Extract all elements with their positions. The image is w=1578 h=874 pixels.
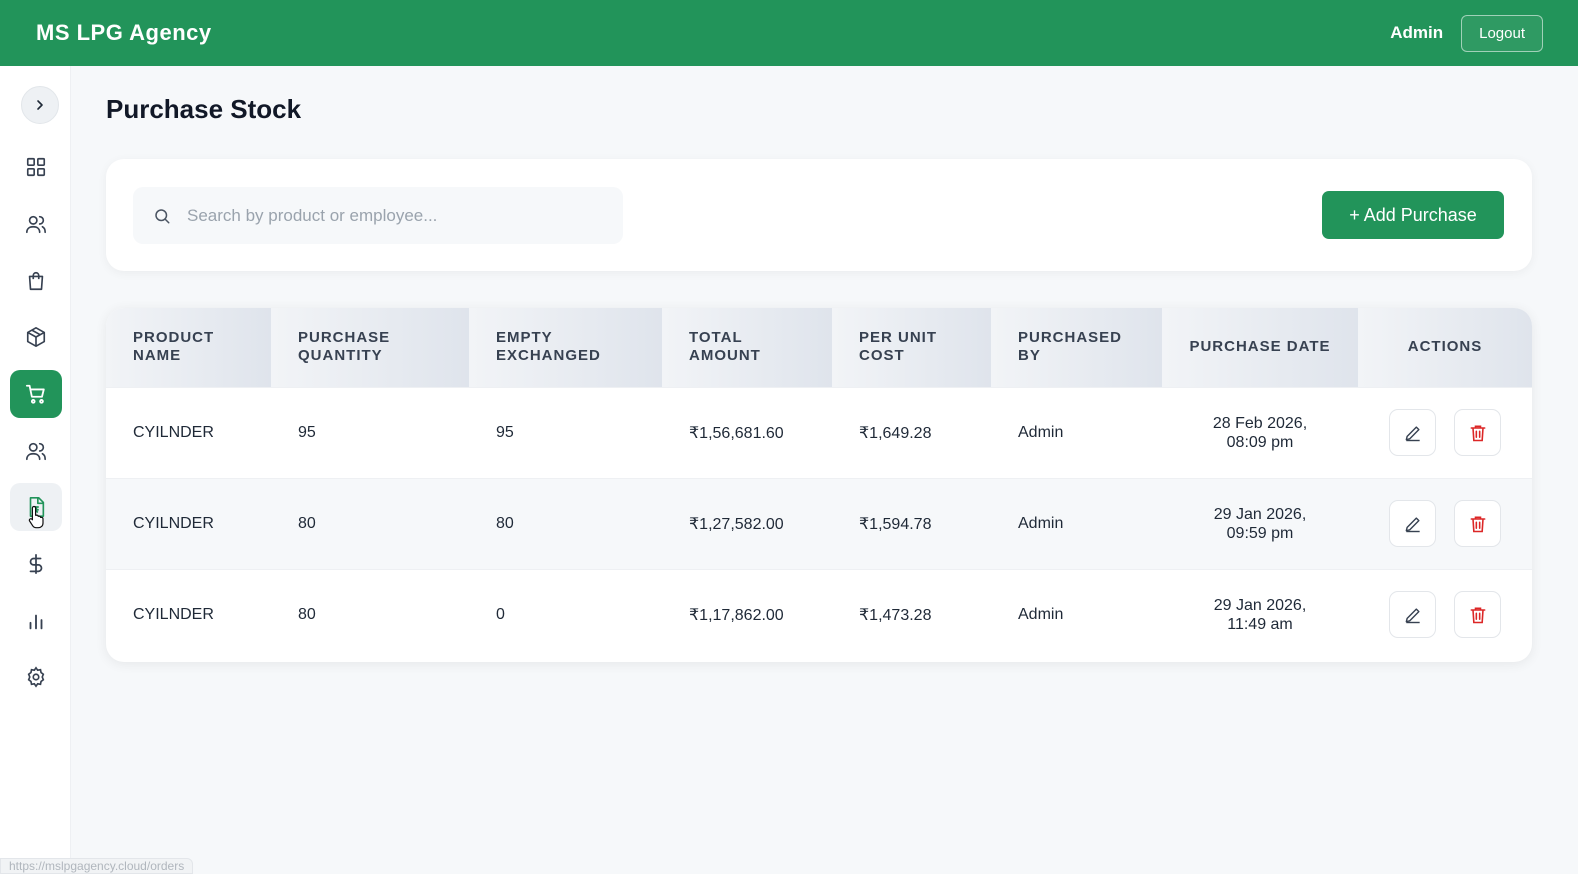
cell-actions — [1358, 477, 1532, 569]
time-text: 11:49 am — [1227, 615, 1293, 633]
sidebar-toggle-button[interactable] — [21, 86, 59, 124]
cell-unit-cost: ₹1,473.28 — [832, 568, 991, 660]
cell-empty-exchanged: 0 — [469, 568, 662, 660]
search-icon — [155, 208, 170, 223]
bar-chart-icon — [29, 614, 43, 630]
date-text: 29 Jan 2026, — [1213, 505, 1307, 523]
cell-purchase-date: 28 Feb 2026, 08:09 pm — [1162, 386, 1358, 478]
trash-icon — [1470, 425, 1485, 441]
cell-quantity: 80 — [271, 568, 469, 660]
cell-actions — [1358, 568, 1532, 660]
cell-total-amount: ₹1,17,862.00 — [662, 568, 832, 660]
pencil-icon — [1405, 425, 1420, 441]
cell-empty-exchanged: 80 — [469, 477, 662, 569]
date-text: 29 Jan 2026, — [1213, 596, 1307, 614]
cell-purchase-date: 29 Jan 2026, 09:59 pm — [1162, 477, 1358, 569]
cell-total-amount: ₹1,27,582.00 — [662, 477, 832, 569]
box-icon — [26, 327, 46, 347]
sidebar-item-products[interactable] — [10, 313, 62, 361]
users-icon — [26, 442, 46, 461]
sidebar-item-customers[interactable] — [10, 200, 62, 248]
sidebar-item-purchase[interactable] — [10, 370, 62, 418]
grid-icon — [26, 157, 46, 177]
gear-icon — [27, 666, 45, 688]
cell-purchase-date: 29 Jan 2026, 11:49 am — [1162, 568, 1358, 660]
pencil-icon — [1405, 516, 1420, 532]
logout-button[interactable]: Logout — [1461, 14, 1543, 52]
cell-product: CYILNDER — [106, 477, 271, 569]
add-purchase-button[interactable]: + Add Purchase — [1322, 191, 1504, 239]
sidebar-item-orders[interactable] — [10, 257, 62, 305]
cell-purchased-by: Admin — [991, 477, 1162, 569]
cell-product: CYILNDER — [106, 386, 271, 478]
user-name: Admin — [1390, 23, 1444, 42]
table-row: CYILNDER 80 80 ₹1,27,582.00 ₹1,594.78 Ad… — [106, 477, 1532, 569]
sidebar-item-payments[interactable] — [10, 540, 62, 588]
dollar-icon — [29, 553, 43, 575]
column-header-purchased-by[interactable]: PURCHASED BY — [991, 308, 1162, 387]
date-text: 28 Feb 2026, — [1212, 414, 1308, 432]
chevron-right-icon — [37, 100, 43, 110]
cell-unit-cost: ₹1,649.28 — [832, 386, 991, 478]
user-area: Admin Logout — [1390, 14, 1543, 52]
delete-button[interactable] — [1454, 591, 1501, 639]
sidebar-item-reports[interactable] — [10, 597, 62, 645]
column-header-purchase-date[interactable]: PURCHASE DATE — [1162, 308, 1358, 387]
cell-product: CYILNDER — [106, 568, 271, 660]
sidebar — [0, 66, 71, 874]
table-row: CYILNDER 80 0 ₹1,17,862.00 ₹1,473.28 Adm… — [106, 568, 1532, 660]
edit-button[interactable] — [1389, 500, 1436, 547]
column-header-purchase-quantity[interactable]: PURCHASE QUANTITY — [271, 308, 469, 387]
trash-icon — [1470, 607, 1485, 624]
search-input[interactable] — [187, 205, 607, 226]
delete-button[interactable] — [1454, 500, 1501, 547]
hand-cursor-icon — [28, 505, 44, 529]
column-header-per-unit-cost[interactable]: PER UNIT COST — [832, 308, 991, 387]
cell-unit-cost: ₹1,594.78 — [832, 477, 991, 569]
column-header-product-name[interactable]: PRODUCT NAME — [106, 308, 271, 387]
edit-button[interactable] — [1389, 591, 1436, 639]
column-header-empty-exchanged[interactable]: EMPTY EXCHANGED — [469, 308, 662, 387]
cell-quantity: 95 — [271, 386, 469, 478]
sidebar-item-employees[interactable] — [10, 427, 62, 475]
shopping-bag-icon — [28, 271, 44, 291]
delete-button[interactable] — [1454, 409, 1501, 456]
sidebar-item-dashboard[interactable] — [10, 143, 62, 191]
cart-icon — [25, 384, 45, 404]
app-brand: MS LPG Agency — [36, 20, 212, 45]
top-navbar: MS LPG Agency Admin Logout — [0, 0, 1578, 66]
table-row: CYILNDER 95 95 ₹1,56,681.60 ₹1,649.28 Ad… — [106, 386, 1532, 478]
cell-empty-exchanged: 95 — [469, 386, 662, 478]
purchase-table: PRODUCT NAME PURCHASE QUANTITY EMPTY EXC… — [106, 308, 1532, 660]
pencil-icon — [1405, 608, 1420, 623]
cell-quantity: 80 — [271, 477, 469, 569]
page-title: Purchase Stock — [106, 94, 302, 124]
cell-purchased-by: Admin — [991, 386, 1162, 478]
column-header-actions: ACTIONS — [1358, 308, 1532, 387]
sidebar-item-settings[interactable] — [10, 653, 62, 701]
search-box — [133, 187, 623, 244]
cell-total-amount: ₹1,56,681.60 — [662, 386, 832, 478]
users-icon — [26, 215, 46, 234]
cell-actions — [1358, 386, 1532, 478]
time-text: 09:59 pm — [1226, 524, 1294, 542]
edit-button[interactable] — [1389, 409, 1436, 456]
purchase-table-card: PRODUCT NAME PURCHASE QUANTITY EMPTY EXC… — [106, 308, 1532, 662]
column-header-total-amount[interactable]: TOTAL AMOUNT — [662, 308, 832, 387]
cell-purchased-by: Admin — [991, 568, 1162, 660]
table-header-row: PRODUCT NAME PURCHASE QUANTITY EMPTY EXC… — [106, 308, 1532, 387]
toolbar-card: + Add Purchase — [106, 159, 1532, 271]
trash-icon — [1470, 516, 1485, 532]
time-text: 08:09 pm — [1226, 433, 1294, 451]
status-bar-url: https://mslpgagency.cloud/orders — [0, 858, 194, 874]
